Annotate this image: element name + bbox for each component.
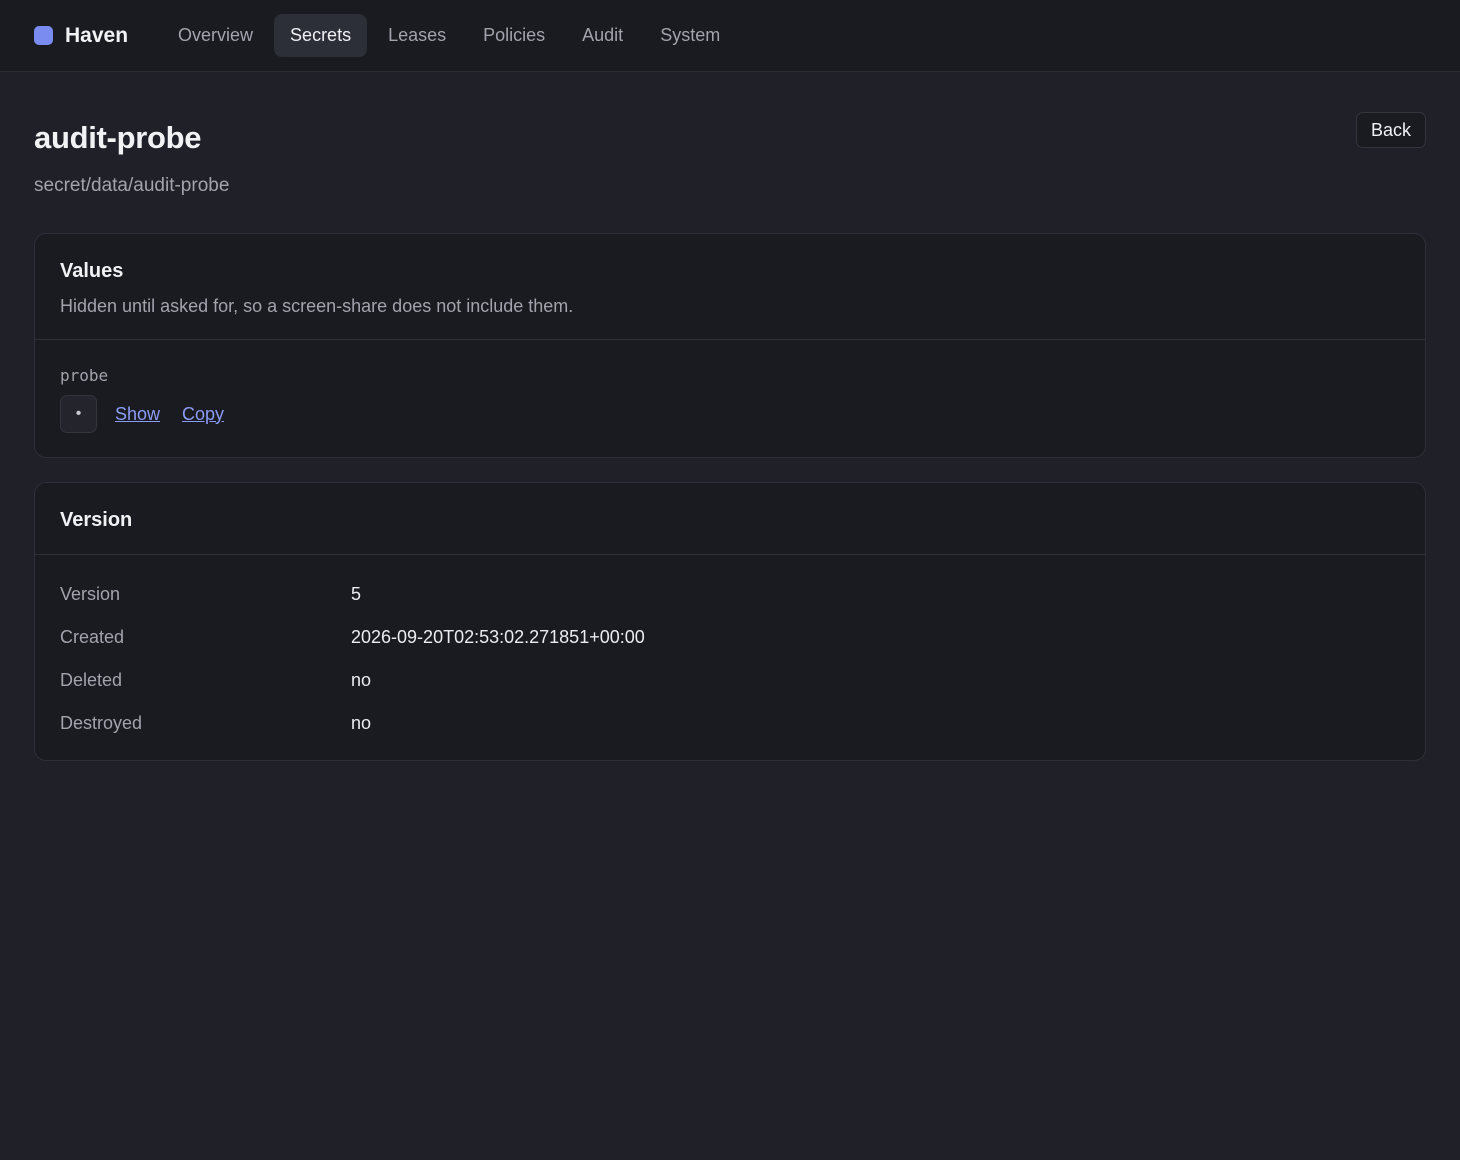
created-value: 2026-09-20T02:53:02.271851+00:00 — [351, 627, 645, 647]
values-card-description: Hidden until asked for, so a screen-shar… — [60, 296, 574, 316]
brand-name: Haven — [65, 23, 129, 47]
version-table: Version 5 Created 2026-09-20T02:53:02.27… — [60, 573, 1400, 745]
secret-key-label: probe — [60, 366, 109, 385]
secret-value-row: • Show Copy — [60, 395, 1400, 433]
nav-item-system[interactable]: System — [644, 14, 736, 57]
version-card-header: Version — [35, 483, 1425, 555]
version-row-created: Created 2026-09-20T02:53:02.271851+00:00 — [60, 616, 1400, 659]
destroyed-label: Destroyed — [60, 713, 143, 733]
secret-entry: probe • Show Copy — [35, 340, 1425, 457]
nav-item-policies[interactable]: Policies — [467, 14, 561, 57]
version-card-title: Version — [60, 509, 133, 531]
version-row-destroyed: Destroyed no — [60, 702, 1400, 745]
deleted-value: no — [351, 670, 372, 690]
nav-item-audit[interactable]: Audit — [566, 14, 639, 57]
values-card-header: Values Hidden until asked for, so a scre… — [35, 234, 1425, 340]
values-card: Values Hidden until asked for, so a scre… — [34, 233, 1426, 458]
main-nav: Overview Secrets Leases Policies Audit S… — [162, 14, 736, 57]
nav-item-leases[interactable]: Leases — [372, 14, 462, 57]
created-label: Created — [60, 627, 125, 647]
copy-secret-link[interactable]: Copy — [182, 404, 224, 425]
back-button[interactable]: Back — [1355, 112, 1426, 148]
version-card: Version Version 5 Created 2026-09-20T02:… — [34, 482, 1426, 761]
show-secret-link[interactable]: Show — [115, 404, 160, 425]
version-row-version: Version 5 — [60, 573, 1400, 616]
version-label: Version — [60, 584, 121, 604]
main-content: audit-probe secret/data/audit-probe Back… — [0, 72, 1460, 761]
brand[interactable]: Haven — [34, 24, 128, 48]
top-navbar: Haven Overview Secrets Leases Policies A… — [0, 0, 1460, 72]
brand-logo-icon — [34, 26, 53, 45]
values-card-title: Values — [60, 260, 124, 282]
deleted-label: Deleted — [60, 670, 123, 690]
nav-item-secrets[interactable]: Secrets — [274, 14, 368, 57]
nav-item-overview[interactable]: Overview — [162, 14, 269, 57]
secret-path: secret/data/audit-probe — [34, 175, 230, 196]
version-row-deleted: Deleted no — [60, 659, 1400, 702]
version-value: 5 — [351, 584, 362, 604]
destroyed-value: no — [351, 713, 372, 733]
page-title: audit-probe — [34, 120, 202, 155]
version-details: Version 5 Created 2026-09-20T02:53:02.27… — [35, 555, 1425, 760]
masked-secret-value: • — [60, 395, 97, 433]
